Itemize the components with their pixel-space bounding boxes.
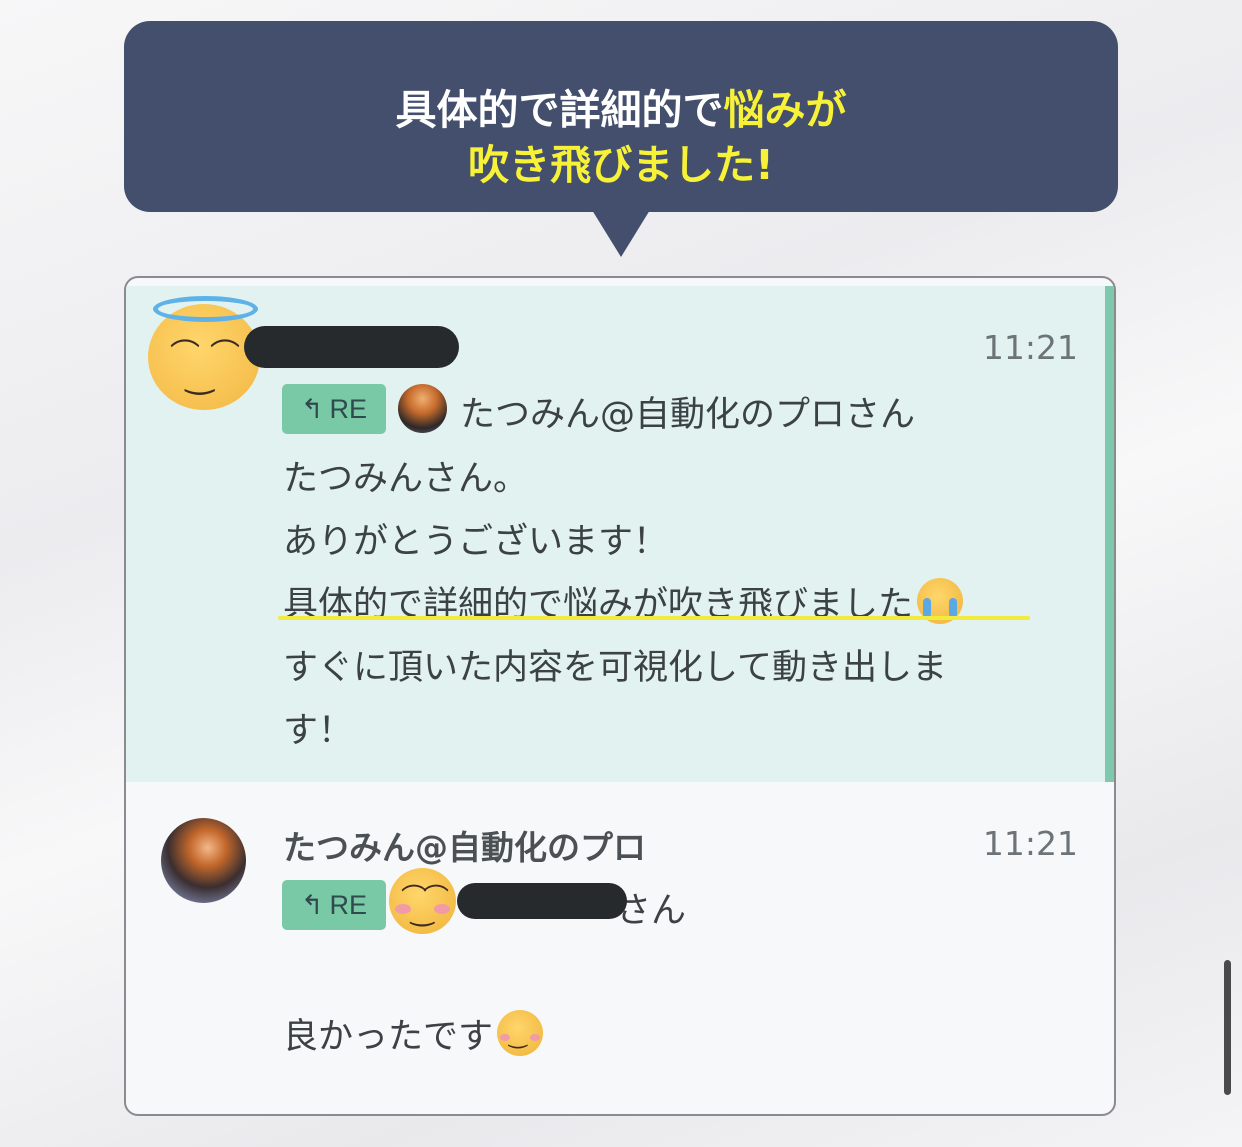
message-accent-bar [1105, 286, 1114, 782]
chat-screenshot: ⌒ ⌒ ‿ 11:21 ↰ RE たつみん@自動化のプロさん たつみんさん。 あり… [124, 276, 1116, 1116]
smiling-face-emoji-icon: ‿ [497, 1010, 544, 1056]
sender-name[interactable]: たつみん@自動化のプロ [283, 821, 646, 869]
sender-avatar[interactable] [161, 818, 246, 903]
reply-arrow-icon: ↰ [300, 394, 324, 424]
reply-re-button[interactable]: ↰ RE [282, 384, 386, 434]
headline-line-1: 具体的で詳細的で悩みが [124, 83, 1118, 138]
reply-re-button[interactable]: ↰ RE [282, 880, 386, 930]
highlight-underline [278, 616, 1030, 620]
eye-icon: ⌒ [210, 338, 240, 373]
mouth-icon: ‿ [411, 894, 434, 927]
mouth-icon: ‿ [509, 1024, 527, 1049]
banner-pointer [592, 210, 650, 257]
headline-line-2: 吹き飛びました! [468, 141, 774, 189]
message-time: 11:21 [982, 824, 1078, 863]
reply-arrow-icon: ↰ [300, 890, 324, 920]
headline-text: 具体的で詳細的で [395, 86, 724, 134]
message-line: すぐに頂いた内容を可視化して動き出しま [283, 648, 947, 688]
message-line: ありがとうございます！ [283, 522, 669, 562]
message-line: す！ [283, 711, 354, 751]
halo-icon [153, 296, 258, 322]
reply-to-suffix: さん [616, 891, 687, 931]
message-line: たつみんさん。 [283, 459, 529, 499]
redacted-reply-name [457, 883, 627, 919]
headline-highlight: 悩みが [723, 86, 847, 134]
blush-icon [530, 1034, 541, 1041]
message-time: 11:21 [982, 328, 1078, 367]
redacted-sender-name [244, 326, 459, 368]
re-label: RE [329, 890, 368, 920]
tear-icon [949, 598, 958, 618]
message-line-text: 良かったです [283, 1017, 494, 1057]
re-label: RE [329, 394, 368, 424]
scrollbar[interactable] [1224, 960, 1231, 1095]
reply-avatar [398, 384, 447, 433]
blush-smile-emoji-icon: ⌒ ⌒ ‿ [389, 868, 456, 934]
headline-banner: 具体的で詳細的で悩みが 吹き飛びました! [124, 21, 1118, 212]
reply-to-name: たつみん@自動化のプロさん [460, 395, 916, 435]
tear-icon [923, 598, 932, 618]
mouth-icon: ‿ [186, 356, 214, 396]
message-line: 良かったです ‿ [283, 1008, 544, 1059]
